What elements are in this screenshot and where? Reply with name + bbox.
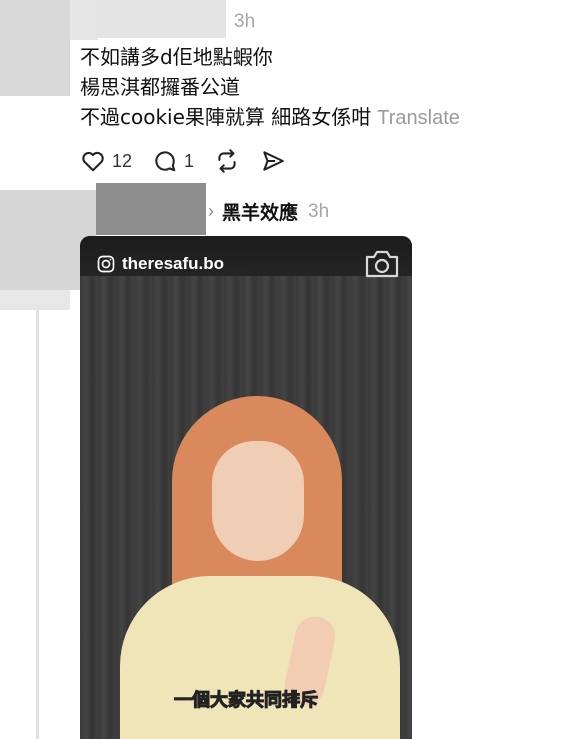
post-line: 楊思淇都攞番公道 (80, 75, 240, 99)
thread-line (36, 310, 39, 739)
share-icon (263, 151, 284, 171)
translate-link[interactable]: Translate (377, 107, 460, 129)
repost-icon (218, 149, 236, 173)
post-actions: 12 1 (80, 146, 306, 176)
instagram-handle: theresafu.bo (96, 254, 224, 274)
post-line-last: 不過cookie果陣就算 細路女係咁 Translate (80, 102, 460, 133)
heart-icon (82, 151, 104, 172)
like-button[interactable]: 12 (80, 148, 132, 174)
person-body (120, 576, 400, 739)
redacted-block (0, 290, 70, 310)
repost-button[interactable] (214, 148, 240, 174)
instagram-icon (97, 255, 115, 273)
comment-icon (155, 151, 176, 172)
post-line: 不如講多d佢地點蝦你 (80, 45, 273, 69)
like-count: 12 (112, 150, 133, 171)
person-face (212, 441, 304, 561)
reply-header: › 黑羊效應 3h (208, 198, 329, 225)
post-timestamp: 3h (234, 11, 256, 32)
share-button[interactable] (260, 148, 286, 174)
comment-count: 1 (184, 150, 195, 171)
video-thumbnail[interactable]: theresafu.bo 一個大家共同排斥 (80, 236, 412, 739)
redacted-username (96, 0, 226, 38)
comment-button[interactable]: 1 (152, 148, 194, 174)
redacted-reply-username (96, 183, 206, 235)
post-body: 不如講多d佢地點蝦你 楊思淇都攞番公道 不過cookie果陣就算 細路女係咁 Tr… (80, 42, 460, 133)
chevron-right-icon: › (208, 201, 214, 221)
video-subtitle: 一個大家共同排斥 (174, 690, 319, 712)
camera-icon[interactable] (364, 248, 400, 280)
redacted-block (70, 0, 98, 40)
instagram-handle-text: theresafu.bo (122, 254, 225, 273)
redacted-avatar (0, 0, 70, 96)
reply-timestamp: 3h (308, 200, 330, 222)
post-line: 不過cookie果陣就算 細路女係咁 (80, 105, 372, 129)
reply-username[interactable]: 黑羊效應 (222, 198, 298, 225)
